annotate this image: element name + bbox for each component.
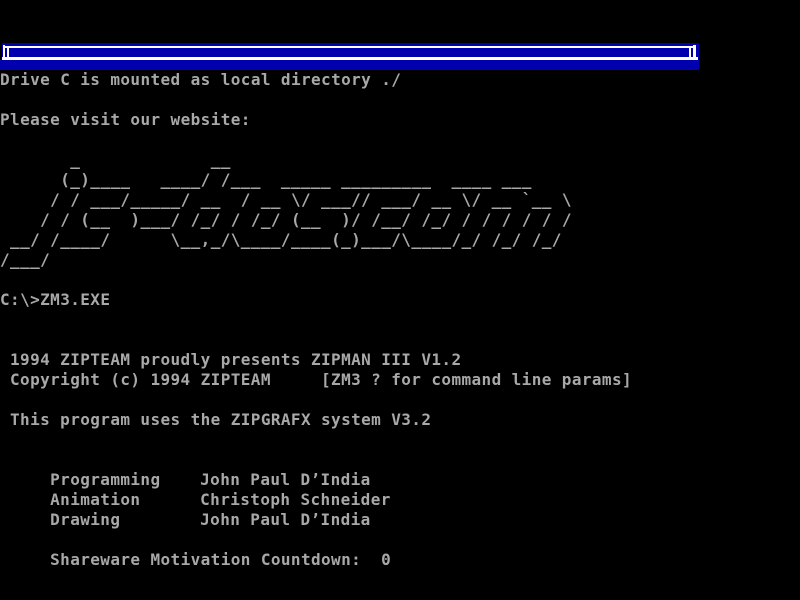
loading-bar-frame-left-outer (3, 45, 5, 60)
credit-row-animation: AnimationChristoph Schneider (10, 470, 391, 490)
jsdos-ascii-logo: _ __ (_)____ ____/ /___ _____ _________ … (0, 150, 572, 270)
countdown-value: 0 (381, 550, 391, 569)
loading-bar-frame-right-outer (693, 45, 696, 60)
loading-bar-frame-left-inner (7, 48, 9, 57)
credit-row-programming: ProgrammingJohn Paul D’India (10, 450, 371, 470)
loading-bar-frame-top (3, 46, 695, 48)
command-prompt-line: C:\>ZM3.EXE (0, 290, 110, 310)
credit-label: Drawing (50, 510, 200, 530)
copyright-line: Copyright (c) 1994 ZIPTEAM [ZM3 ? for co… (10, 370, 632, 390)
countdown-line: Shareware Motivation Countdown:0 (10, 530, 391, 550)
visit-message: Please visit our website: (0, 110, 251, 130)
credit-row-drawing: DrawingJohn Paul D’India (10, 490, 371, 510)
mount-message: Drive C is mounted as local directory ./ (0, 70, 401, 90)
loading-bar-frame-right-inner (689, 48, 691, 57)
presents-line: 1994 ZIPTEAM proudly presents ZIPMAN III… (10, 350, 461, 370)
credit-name: John Paul D’India (200, 510, 371, 530)
engine-line: This program uses the ZIPGRAFX system V3… (10, 410, 431, 430)
countdown-label: Shareware Motivation Countdown: (50, 550, 361, 569)
dos-terminal-screen[interactable]: Drive C is mounted as local directory ./… (0, 0, 800, 600)
loading-bar-frame-bottom (2, 57, 698, 60)
loading-bar-fill-lower (0, 60, 699, 70)
